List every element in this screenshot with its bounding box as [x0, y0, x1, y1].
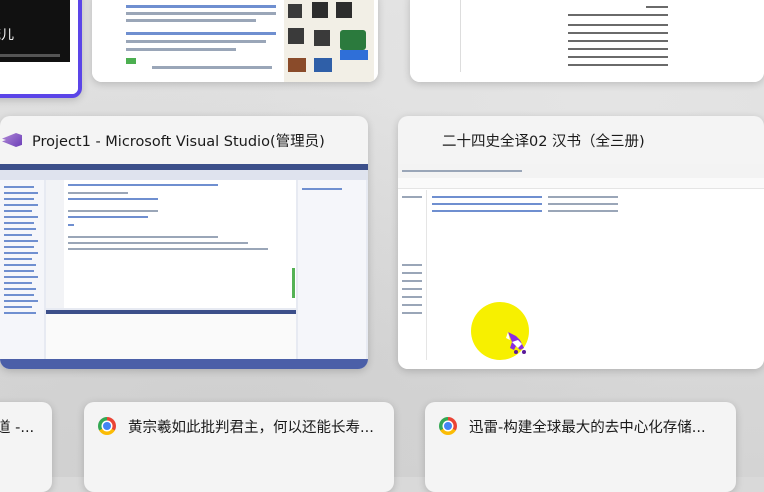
window-title: Project1 - Microsoft Visual Studio(管理员) [32, 133, 325, 150]
window-card-chrome-2[interactable]: 迅雷-构建全球最大的去中心化存储... [425, 402, 736, 492]
window-title: 道 -... [0, 419, 35, 436]
window-header: Project1 - Microsoft Visual Studio(管理员) [0, 116, 368, 164]
visual-studio-icon [2, 130, 22, 150]
article-thumbnail [92, 0, 378, 82]
file-explorer-thumbnail [398, 164, 764, 369]
window-header: 黄宗羲如此批判君主，何以还能长寿... [84, 402, 394, 450]
document-thumbnail [410, 0, 764, 82]
window-title: 迅雷-构建全球最大的去中心化存储... [469, 419, 706, 436]
window-card-chrome-partial[interactable]: 道 -... [0, 402, 52, 492]
window-card-chrome-1[interactable]: 黄宗羲如此批判君主，何以还能长寿... [84, 402, 394, 492]
chrome-icon [439, 417, 457, 435]
window-header: 道 -... [0, 402, 52, 450]
chrome-icon [98, 417, 116, 435]
window-card-visual-studio[interactable]: Project1 - Microsoft Visual Studio(管理员) [0, 116, 368, 369]
window-header: 二十四史全译02 汉书（全三册) [398, 116, 764, 164]
window-card-document[interactable] [410, 0, 764, 82]
window-card-selected[interactable]: 茂儿 [0, 0, 82, 98]
window-thumbnail: 茂儿 [0, 0, 78, 94]
visual-studio-thumbnail [0, 164, 368, 369]
window-title: 黄宗羲如此批判君主，何以还能长寿... [128, 419, 374, 436]
window-title: 二十四史全译02 汉书（全三册) [442, 133, 645, 150]
window-card-file-explorer[interactable]: 二十四史全译02 汉书（全三册) [398, 116, 764, 369]
pony-cursor-icon [502, 328, 532, 358]
partial-text: 茂儿 [0, 28, 15, 43]
window-header: 迅雷-构建全球最大的去中心化存储... [425, 402, 736, 450]
window-card-article[interactable] [92, 0, 378, 82]
